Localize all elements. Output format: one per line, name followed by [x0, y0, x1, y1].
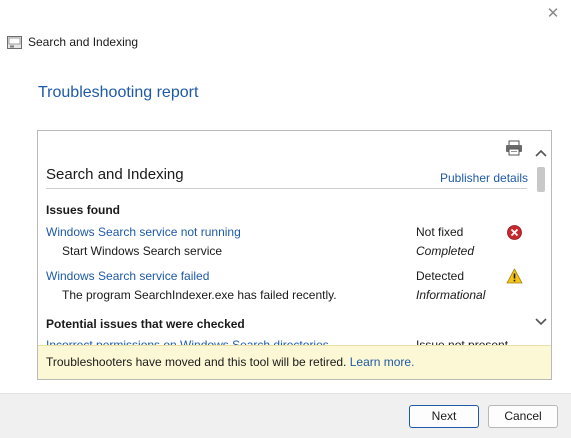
issue-link-search-failed[interactable]: Windows Search service failed: [46, 269, 209, 283]
sub-step-status: Completed: [416, 244, 475, 258]
window-title: Search and Indexing: [28, 35, 139, 49]
page-title: Troubleshooting report: [38, 84, 199, 101]
banner-message: Troubleshooters have moved and this tool…: [46, 355, 414, 369]
issue-link-search-not-running[interactable]: Windows Search service not running: [46, 225, 241, 239]
banner-text: Troubleshooters have moved and this tool…: [46, 355, 347, 369]
report-panel: Search and Indexing Publisher details Is…: [37, 130, 552, 380]
sub-step: The program SearchIndexer.exe has failed…: [62, 288, 337, 302]
sub-step: Start Windows Search service: [62, 244, 223, 258]
scroll-up-arrow-icon[interactable]: [532, 145, 550, 161]
publisher-details-link[interactable]: Publisher details: [440, 171, 528, 185]
next-button[interactable]: Next: [409, 405, 479, 428]
issue-status: Detected: [416, 269, 465, 283]
close-icon: ✕: [546, 5, 560, 22]
potential-issues-header: Potential issues that were checked: [46, 317, 245, 331]
retirement-banner: Troubleshooters have moved and this tool…: [38, 345, 551, 379]
sub-step-status: Informational: [416, 288, 486, 302]
error-icon: [507, 225, 522, 240]
warning-icon: [506, 268, 523, 284]
issues-found-header: Issues found: [46, 203, 121, 217]
scroll-thumb[interactable]: [537, 167, 545, 192]
section-divider: [46, 188, 527, 189]
cancel-button[interactable]: Cancel: [488, 405, 558, 428]
scroll-down-arrow-icon[interactable]: [532, 314, 550, 330]
close-button[interactable]: ✕: [542, 4, 564, 24]
learn-more-link[interactable]: Learn more.: [350, 355, 415, 369]
issue-status: Not fixed: [416, 225, 464, 239]
footer-bar: Next Cancel: [0, 393, 571, 438]
report-scrollbar[interactable]: [532, 131, 550, 334]
section-title: Search and Indexing: [46, 166, 184, 183]
print-icon[interactable]: [505, 140, 523, 156]
troubleshooter-icon: [7, 36, 22, 49]
